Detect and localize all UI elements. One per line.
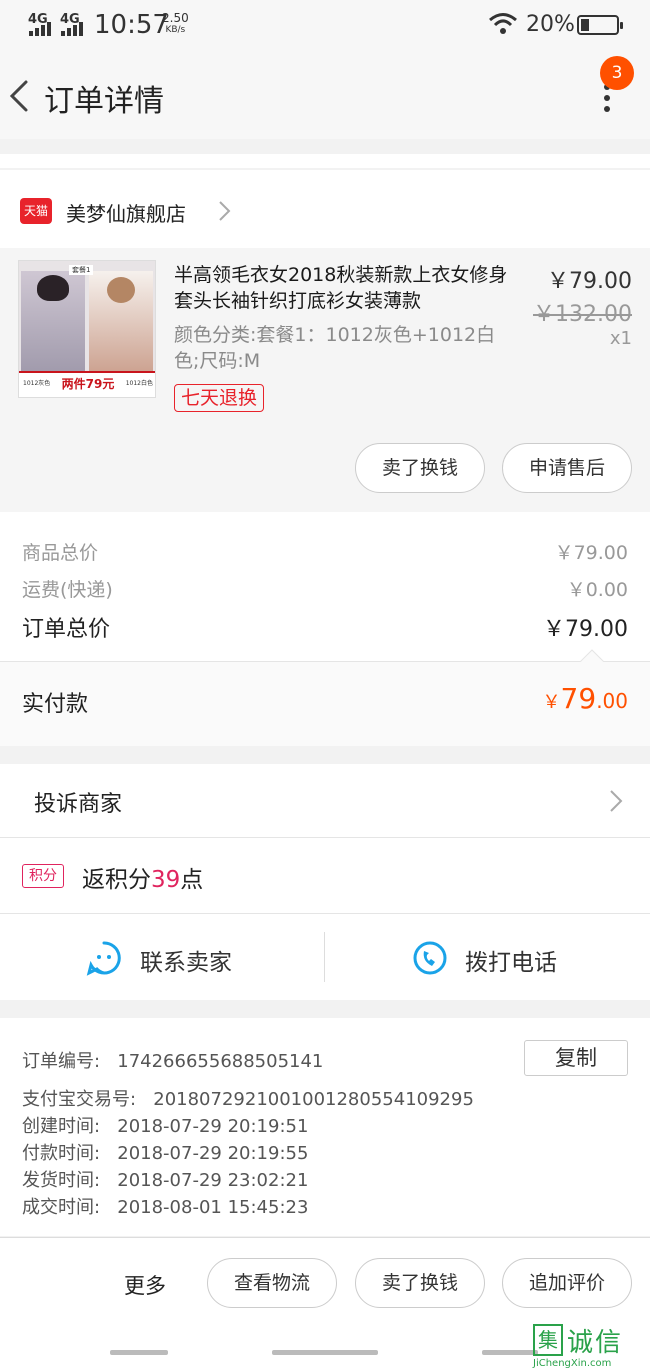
goods-total-label: 商品总价 [22, 542, 99, 564]
paid-decimal: .00 [596, 689, 628, 713]
paid-currency: ￥ [542, 692, 561, 713]
closed-time: 2018-08-01 15:45:23 [117, 1197, 309, 1218]
goods-total-value: ￥79.00 [554, 542, 628, 564]
watermark-url: JiChengXin.com [533, 1358, 612, 1369]
phone-icon[interactable] [412, 940, 448, 976]
points-prefix: 返积分 [82, 867, 151, 893]
copy-order-number-button[interactable]: 复制 [524, 1040, 628, 1076]
watermark-char: 集 [533, 1324, 563, 1356]
wifi-icon [489, 13, 517, 34]
product-image-tag: 套餐1 [69, 265, 94, 275]
notification-badge: 3 [600, 56, 634, 90]
back-arrow-icon[interactable] [6, 76, 36, 116]
chevron-right-icon [219, 201, 231, 221]
order-total-label: 订单总价 [22, 617, 111, 642]
add-review-button[interactable]: 追加评价 [502, 1258, 632, 1308]
tmall-logo-icon: 天猫 [20, 198, 52, 224]
model-right [89, 271, 153, 383]
chevron-right-icon [610, 790, 623, 812]
original-price: ￥132.00 [533, 302, 632, 327]
product-thumbnail[interactable]: 套餐1 1012灰色 两件79元 1012白色 [18, 260, 156, 398]
divider [0, 661, 650, 662]
caret-up-icon [580, 649, 604, 662]
nav-handle-right[interactable] [482, 1350, 538, 1355]
alipay-row: 支付宝交易号: 2018072921001001280554109295 [22, 1085, 474, 1111]
created-time: 2018-07-29 20:19:51 [117, 1116, 309, 1137]
goods-total-row: 商品总价 ￥79.00 [22, 538, 628, 565]
call-phone-button[interactable]: 拨打电话 [465, 943, 557, 977]
shipping-value: ￥0.00 [566, 579, 628, 601]
speed-value: 2.50 [162, 11, 189, 25]
seven-day-return-tag: 七天退换 [174, 384, 265, 412]
complaint-label[interactable]: 投诉商家 [34, 786, 122, 818]
network-speed: 2.50 KB/s [162, 12, 189, 36]
divider-vertical [324, 932, 325, 982]
paid-amount-value: ￥79.00 [543, 682, 628, 715]
battery-icon [577, 15, 623, 35]
order-number-label: 订单编号: [22, 1051, 101, 1072]
sell-exchange-button-bottom[interactable]: 卖了换钱 [355, 1258, 485, 1308]
order-total-row: 订单总价 ￥79.00 [22, 611, 628, 643]
shipped-time: 2018-07-29 23:02:21 [117, 1170, 309, 1191]
watermark-logo: 集 诚信 JiChengXin.com [533, 1322, 650, 1372]
title-bar: 订单详情 [0, 52, 650, 139]
order-number: 174266655688505141 [117, 1051, 324, 1072]
points-text: 返积分39点 [82, 860, 203, 894]
after-sale-button[interactable]: 申请售后 [502, 443, 632, 493]
clock: 10:57 [94, 10, 169, 40]
closed-time-label: 成交时间: [22, 1197, 101, 1218]
nav-handle-left[interactable] [110, 1350, 168, 1355]
order-number-row: 订单编号: 174266655688505141 [22, 1047, 323, 1073]
order-total-value: ￥79.00 [543, 617, 628, 642]
status-bar: 4G 4G 10:57 2.50 KB/s 20% [0, 0, 650, 52]
shipped-time-label: 发货时间: [22, 1170, 101, 1191]
closed-time-row: 成交时间: 2018-08-01 15:45:23 [22, 1193, 308, 1219]
created-time-row: 创建时间: 2018-07-29 20:19:51 [22, 1112, 308, 1138]
sell-exchange-button[interactable]: 卖了换钱 [355, 443, 485, 493]
chat-bubble-icon[interactable] [86, 940, 122, 976]
points-suffix: 点 [180, 867, 204, 893]
alipay-label: 支付宝交易号: [22, 1089, 137, 1110]
shipped-time-row: 发货时间: 2018-07-29 23:02:21 [22, 1166, 308, 1192]
shipping-row: 运费(快递) ￥0.00 [22, 575, 628, 602]
speed-unit: KB/s [165, 25, 186, 35]
quantity: x1 [609, 328, 632, 349]
model-left [21, 271, 85, 383]
product-image-banner: 1012灰色 两件79元 1012白色 [19, 371, 155, 397]
paid-integer: 79 [560, 682, 597, 715]
more-button[interactable]: 更多 [124, 1270, 166, 1300]
battery-level: 20% [526, 12, 575, 37]
nav-handle-home[interactable] [272, 1350, 378, 1355]
watermark-text: 诚信 [567, 1328, 624, 1358]
alipay-number: 2018072921001001280554109295 [153, 1089, 474, 1110]
banner-right: 1012白色 [125, 380, 153, 387]
paid-time-label: 付款时间: [22, 1143, 101, 1164]
created-time-label: 创建时间: [22, 1116, 101, 1137]
signal-icon-2 [61, 22, 85, 36]
product-price: ￥79.00 [547, 269, 632, 294]
signal-icon [29, 22, 53, 36]
contact-seller-button[interactable]: 联系卖家 [140, 943, 232, 977]
page-title: 订单详情 [44, 84, 164, 119]
divider [0, 1237, 650, 1238]
shop-name[interactable]: 美梦仙旗舰店 [66, 198, 186, 227]
paid-time-row: 付款时间: 2018-07-29 20:19:55 [22, 1139, 308, 1165]
shipping-label: 运费(快递) [22, 579, 113, 601]
view-logistics-button[interactable]: 查看物流 [207, 1258, 337, 1308]
points-badge-icon: 积分 [22, 864, 64, 888]
paid-time: 2018-07-29 20:19:55 [117, 1143, 309, 1164]
product-spec: 颜色分类:套餐1：1012灰色+1012白色;尺码:M [174, 324, 496, 372]
banner-text: 两件79元 [61, 377, 115, 391]
product-title[interactable]: 半高领毛衣女2018秋装新款上衣女修身套头长袖针织打底衫女装薄款 [174, 262, 514, 314]
paid-amount-label: 实付款 [22, 692, 89, 717]
points-value: 39 [151, 867, 181, 893]
banner-left: 1012灰色 [23, 380, 51, 387]
divider-strip [0, 154, 650, 168]
